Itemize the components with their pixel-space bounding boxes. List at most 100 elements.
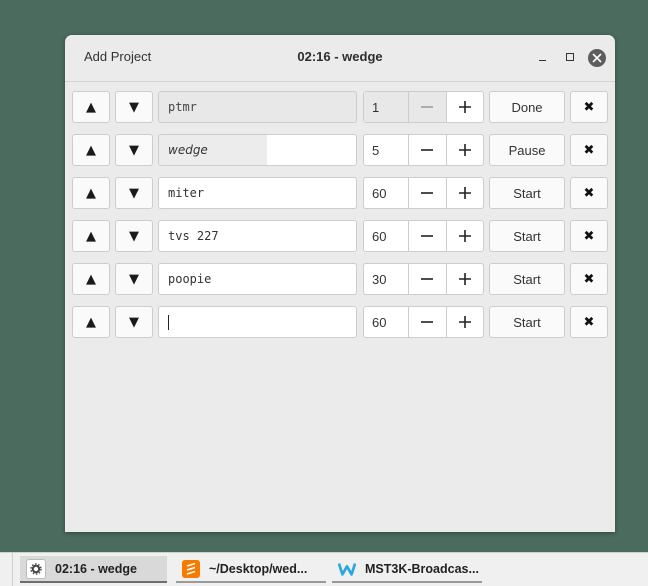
action-button[interactable]: Start — [489, 263, 565, 295]
increment-button[interactable] — [447, 307, 483, 337]
down-arrow-icon: ▼ — [129, 142, 139, 158]
minus-icon — [421, 321, 434, 323]
maximize-button[interactable] — [560, 48, 580, 68]
down-arrow-icon: ▼ — [129, 185, 139, 201]
move-up-button[interactable]: ▲ — [72, 306, 110, 338]
count-spinner: 1 — [363, 91, 484, 123]
add-project-button[interactable]: Add Project — [84, 49, 151, 64]
increment-button[interactable] — [447, 92, 483, 122]
count-spinner: 60 — [363, 306, 484, 338]
delete-button[interactable]: ✖ — [570, 134, 608, 166]
up-arrow-icon: ▲ — [86, 99, 96, 115]
move-up-button[interactable]: ▲ — [72, 220, 110, 252]
sublime-text-icon — [182, 559, 200, 578]
project-name-text: wedge — [168, 143, 208, 157]
close-button[interactable] — [588, 49, 606, 67]
delete-button[interactable]: ✖ — [570, 306, 608, 338]
decrement-button[interactable] — [409, 178, 447, 208]
project-name-input[interactable]: poopie — [158, 263, 357, 295]
up-arrow-icon: ▲ — [86, 142, 96, 158]
project-name-input[interactable]: ptmr — [158, 91, 357, 123]
action-button[interactable]: Pause — [489, 134, 565, 166]
taskbar-edge — [0, 553, 13, 586]
delete-button[interactable]: ✖ — [570, 263, 608, 295]
plus-icon — [458, 144, 471, 156]
delete-icon: ✖ — [583, 142, 595, 158]
down-arrow-icon: ▼ — [129, 99, 139, 115]
close-icon — [592, 53, 602, 63]
count-value[interactable]: 60 — [364, 178, 410, 208]
delete-icon: ✖ — [583, 314, 595, 330]
project-name-text: miter — [168, 186, 205, 200]
project-row: ▲ ▼ tvs 227 60 Start ✖ — [72, 220, 608, 254]
delete-icon: ✖ — [583, 185, 595, 201]
down-arrow-icon: ▼ — [129, 314, 139, 330]
project-name-input[interactable] — [158, 306, 357, 338]
project-row: ▲ ▼ wedge 5 Pause ✖ — [72, 134, 608, 168]
project-row: ▲ ▼ 60 Start ✖ — [72, 306, 608, 340]
move-down-button[interactable]: ▼ — [115, 177, 153, 209]
taskbar-item-timer[interactable]: 02:16 - wedge — [20, 556, 167, 583]
decrement-button[interactable] — [409, 135, 447, 165]
minimize-button[interactable] — [533, 48, 553, 68]
move-up-button[interactable]: ▲ — [72, 263, 110, 295]
decrement-button[interactable] — [409, 264, 447, 294]
gear-icon — [26, 558, 46, 579]
project-name-input[interactable]: miter — [158, 177, 357, 209]
up-arrow-icon: ▲ — [86, 314, 96, 330]
delete-button[interactable]: ✖ — [570, 220, 608, 252]
project-name-text: ptmr — [168, 100, 197, 114]
decrement-button[interactable] — [409, 307, 447, 337]
down-arrow-icon: ▼ — [129, 228, 139, 244]
taskbar: 02:16 - wedge ~/Desktop/wed... MST3K-Bro… — [0, 552, 648, 586]
project-row: ▲ ▼ miter 60 Start ✖ — [72, 177, 608, 211]
count-value[interactable]: 30 — [364, 264, 410, 294]
up-arrow-icon: ▲ — [86, 185, 96, 201]
minus-icon — [421, 192, 434, 194]
minus-icon — [421, 149, 434, 151]
count-spinner: 5 — [363, 134, 484, 166]
count-value[interactable]: 1 — [364, 92, 410, 122]
taskbar-item-label: 02:16 - wedge — [55, 561, 137, 576]
delete-button[interactable]: ✖ — [570, 177, 608, 209]
taskbar-item-editor[interactable]: ~/Desktop/wed... — [176, 556, 326, 583]
delete-icon: ✖ — [583, 271, 595, 287]
action-button[interactable]: Start — [489, 177, 565, 209]
increment-button[interactable] — [447, 178, 483, 208]
move-down-button[interactable]: ▼ — [115, 306, 153, 338]
increment-button[interactable] — [447, 264, 483, 294]
count-value[interactable]: 60 — [364, 221, 410, 251]
project-row: ▲ ▼ poopie 30 Start ✖ — [72, 263, 608, 297]
move-up-button[interactable]: ▲ — [72, 91, 110, 123]
count-spinner: 60 — [363, 220, 484, 252]
delete-button[interactable]: ✖ — [570, 91, 608, 123]
move-up-button[interactable]: ▲ — [72, 134, 110, 166]
decrement-button[interactable] — [409, 92, 447, 122]
project-name-text: poopie — [168, 272, 212, 286]
count-value[interactable]: 60 — [364, 307, 410, 337]
taskbar-item-browser[interactable]: MST3K-Broadcas... — [332, 556, 482, 583]
down-arrow-icon: ▼ — [129, 271, 139, 287]
count-value[interactable]: 5 — [364, 135, 410, 165]
move-down-button[interactable]: ▼ — [115, 134, 153, 166]
move-down-button[interactable]: ▼ — [115, 91, 153, 123]
title-bar: Add Project 02:16 - wedge — [65, 35, 615, 82]
move-down-button[interactable]: ▼ — [115, 220, 153, 252]
increment-button[interactable] — [447, 221, 483, 251]
action-button[interactable]: Start — [489, 220, 565, 252]
move-down-button[interactable]: ▼ — [115, 263, 153, 295]
project-name-input[interactable]: tvs 227 — [158, 220, 357, 252]
project-name-input[interactable]: wedge — [158, 134, 357, 166]
move-up-button[interactable]: ▲ — [72, 177, 110, 209]
minus-icon — [421, 278, 434, 280]
plus-icon — [458, 187, 471, 199]
action-button[interactable]: Done — [489, 91, 565, 123]
project-row: ▲ ▼ ptmr 1 Done ✖ — [72, 91, 608, 125]
taskbar-item-label: ~/Desktop/wed... — [209, 561, 308, 576]
action-button[interactable]: Start — [489, 306, 565, 338]
up-arrow-icon: ▲ — [86, 271, 96, 287]
decrement-button[interactable] — [409, 221, 447, 251]
taskbar-item-label: MST3K-Broadcas... — [365, 561, 479, 576]
count-spinner: 30 — [363, 263, 484, 295]
increment-button[interactable] — [447, 135, 483, 165]
